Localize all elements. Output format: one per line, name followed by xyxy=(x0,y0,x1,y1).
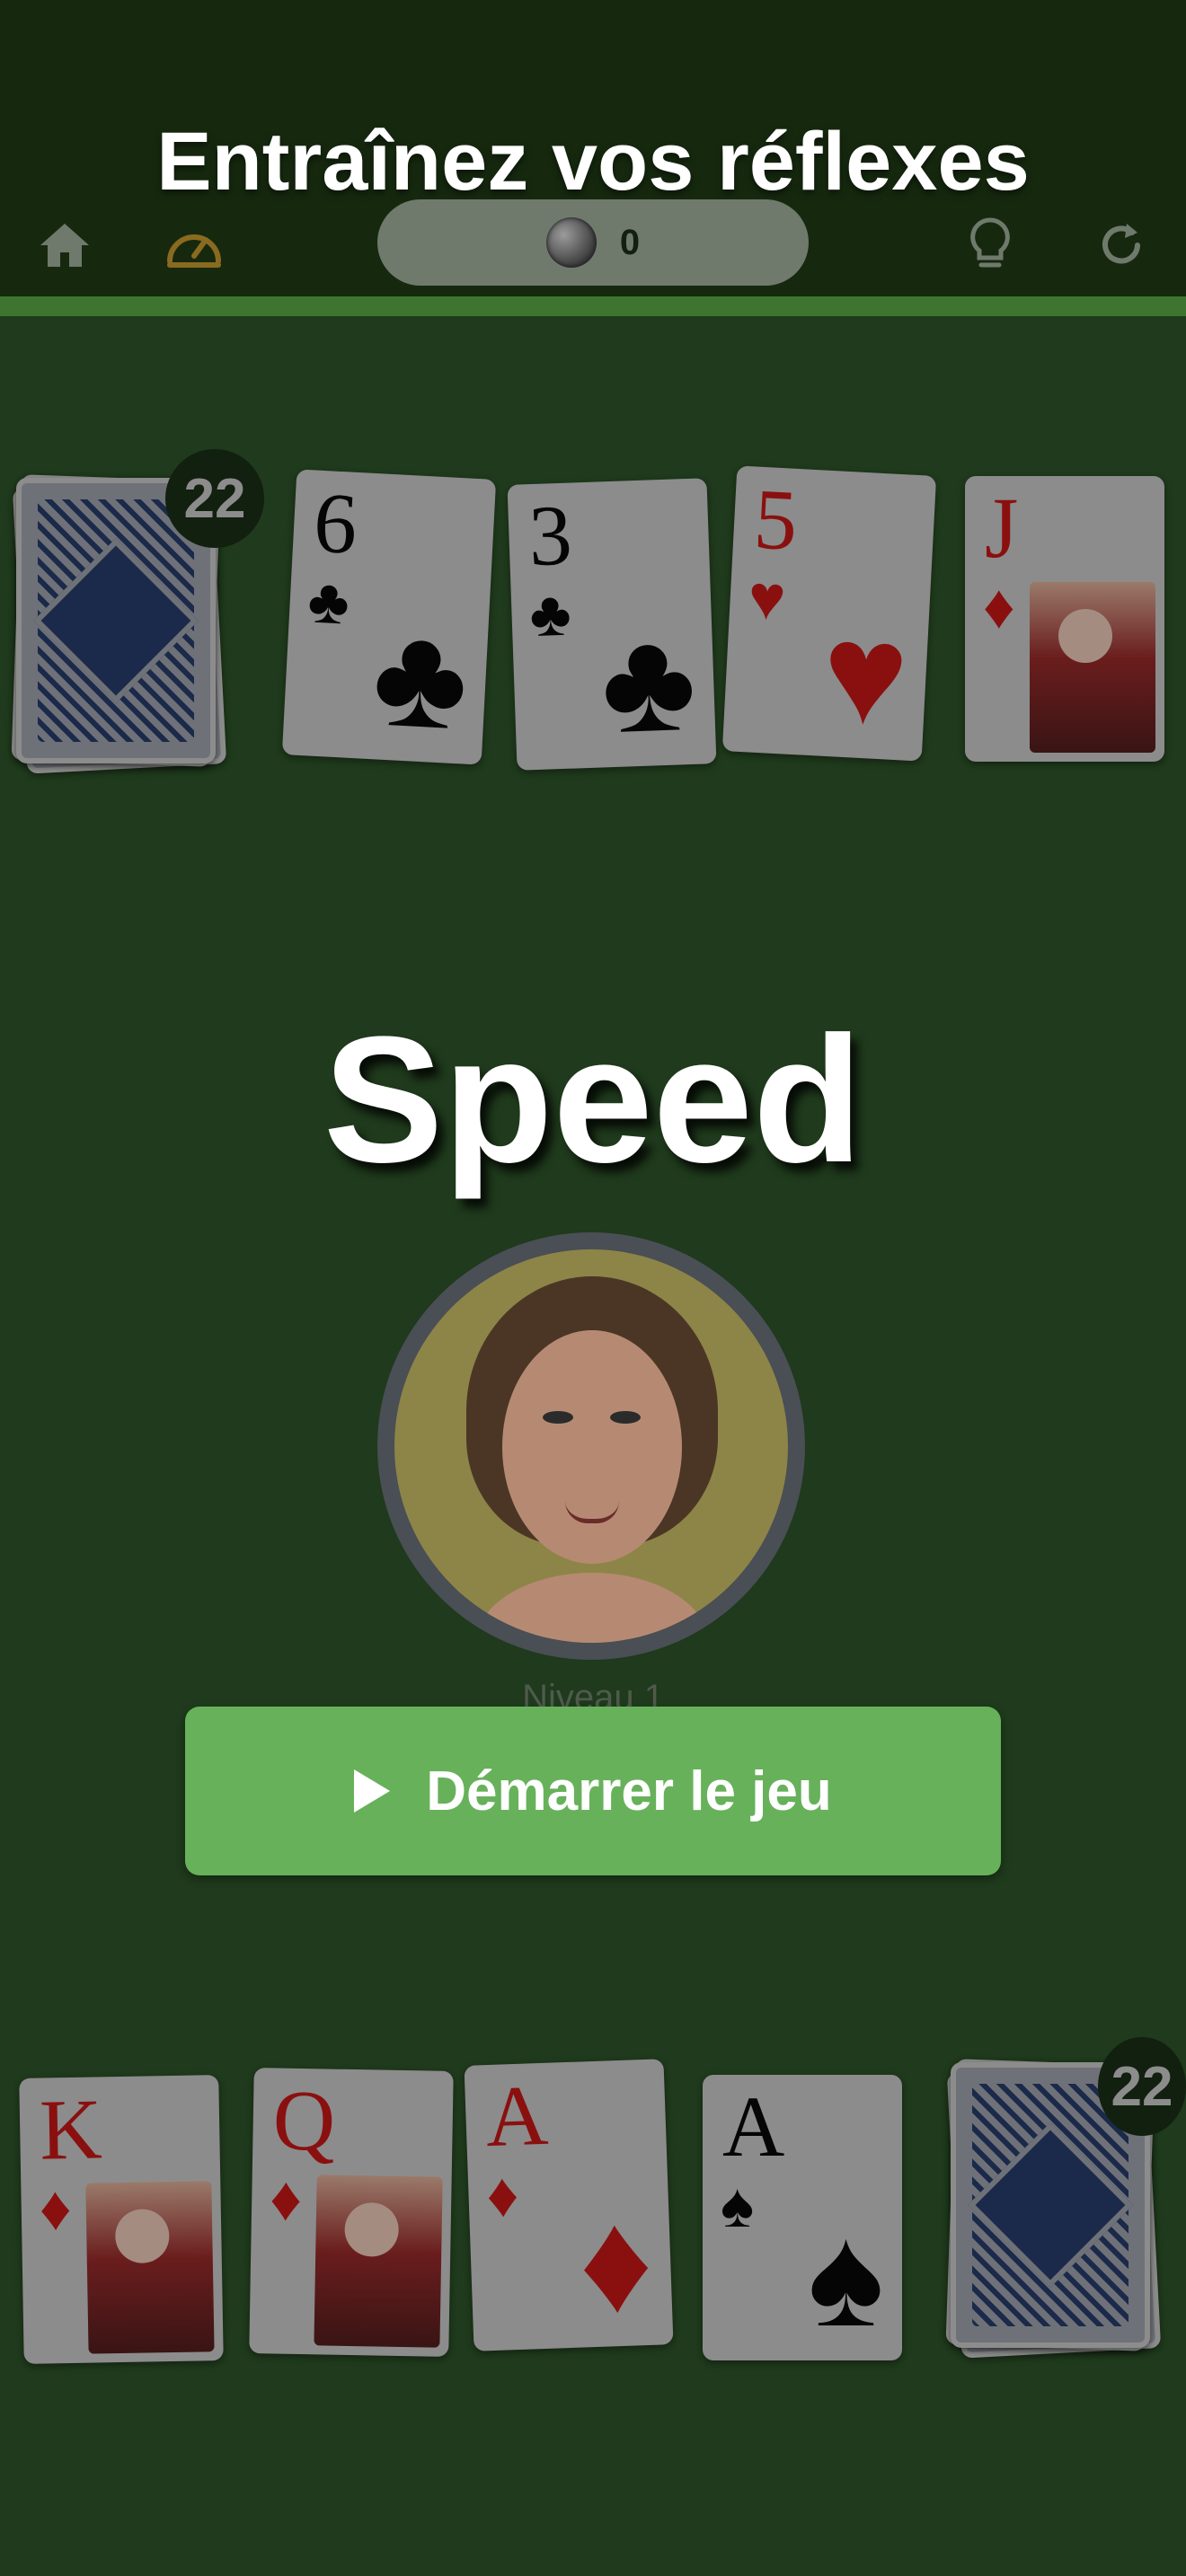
opponent-avatar-portrait xyxy=(394,1249,788,1643)
queen-figure xyxy=(314,2175,443,2348)
banner-title: Entraînez vos réflexes xyxy=(156,116,1030,207)
player-card[interactable]: Q ♦ xyxy=(249,2068,454,2357)
avatar xyxy=(377,1232,805,1660)
hint-button[interactable] xyxy=(956,211,1024,279)
player-card[interactable]: A ♠ ♠ xyxy=(703,2075,902,2360)
speed-mode-button[interactable] xyxy=(160,211,228,279)
opponent-deck-count: 22 xyxy=(165,449,264,548)
game-title: Speed xyxy=(323,1000,863,1200)
home-button[interactable] xyxy=(31,211,99,279)
start-game-button[interactable]: Démarrer le jeu xyxy=(185,1707,1001,1875)
coin-icon xyxy=(545,217,597,268)
player-card[interactable]: K ♦ xyxy=(19,2075,224,2364)
score-value: 0 xyxy=(619,222,641,262)
player-deck-count: 22 xyxy=(1098,2037,1186,2136)
opponent-card: 5 ♥ ♥ xyxy=(721,465,937,762)
play-icon xyxy=(354,1769,391,1813)
start-game-label: Démarrer le jeu xyxy=(426,1760,832,1822)
home-icon xyxy=(40,224,89,267)
score-display: 0 xyxy=(377,199,809,286)
jack-figure xyxy=(1030,582,1155,753)
king-figure xyxy=(85,2181,215,2354)
lightbulb-icon xyxy=(970,217,1010,268)
top-bar-divider xyxy=(0,296,1186,316)
opponent-card: 3 ♣ ♣ xyxy=(507,478,717,771)
restart-button[interactable] xyxy=(1087,211,1155,279)
opponent-card: J ♦ xyxy=(965,476,1164,762)
speedometer-icon xyxy=(167,234,221,268)
opponent-card: 6 ♣ ♣ xyxy=(281,469,497,765)
player-card[interactable]: A ♦ ♦ xyxy=(464,2059,674,2351)
refresh-icon xyxy=(1102,224,1140,264)
